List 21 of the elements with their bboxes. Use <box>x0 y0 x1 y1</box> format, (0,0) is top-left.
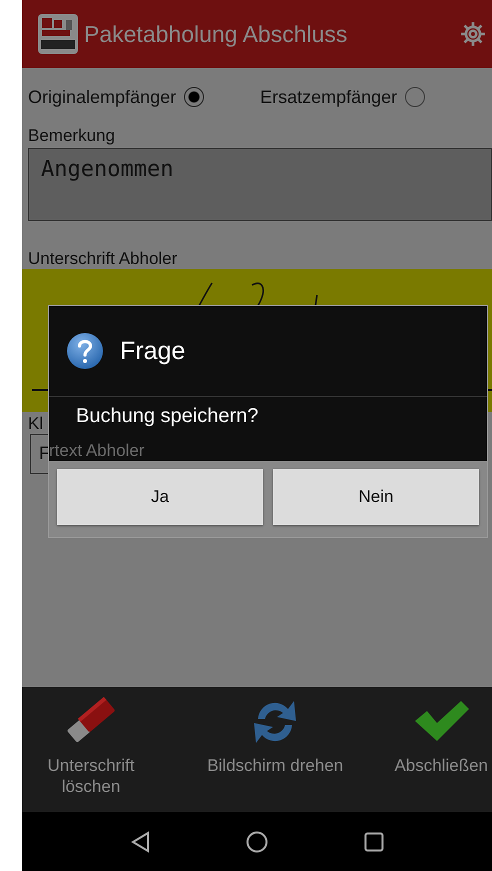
screen-title: Paketabholung Abschluss <box>84 20 348 48</box>
signature-label: Unterschrift Abholer <box>28 249 178 269</box>
recipient-radio[interactable]: Ersatzempfänger <box>260 86 426 108</box>
toolbar-button[interactable]: Unterschrift löschen <box>26 693 156 812</box>
dialog-button[interactable]: Ja <box>57 469 263 525</box>
toolbar-button[interactable]: Bildschirm drehen <box>207 693 344 812</box>
recent-apps-icon[interactable] <box>364 832 384 852</box>
back-icon[interactable] <box>130 830 150 852</box>
home-icon[interactable] <box>246 830 268 852</box>
name-label: Kl <box>28 414 44 434</box>
app-logo-icon[interactable] <box>38 14 78 54</box>
toolbar-button[interactable]: Abschließen <box>394 693 488 812</box>
dialog-message: Buchung speichern? <box>76 405 258 427</box>
dialog-button[interactable]: Nein <box>273 469 479 525</box>
recipient-radio[interactable]: Originalempfänger <box>28 86 204 108</box>
remark-field[interactable]: Angenommen <box>28 148 492 221</box>
dialog-title: Frage <box>120 336 186 366</box>
field-label: rtext Abholer <box>49 441 144 461</box>
settings-icon[interactable] <box>460 21 486 47</box>
question-icon <box>67 333 103 369</box>
remark-label: Bemerkung <box>28 126 116 146</box>
